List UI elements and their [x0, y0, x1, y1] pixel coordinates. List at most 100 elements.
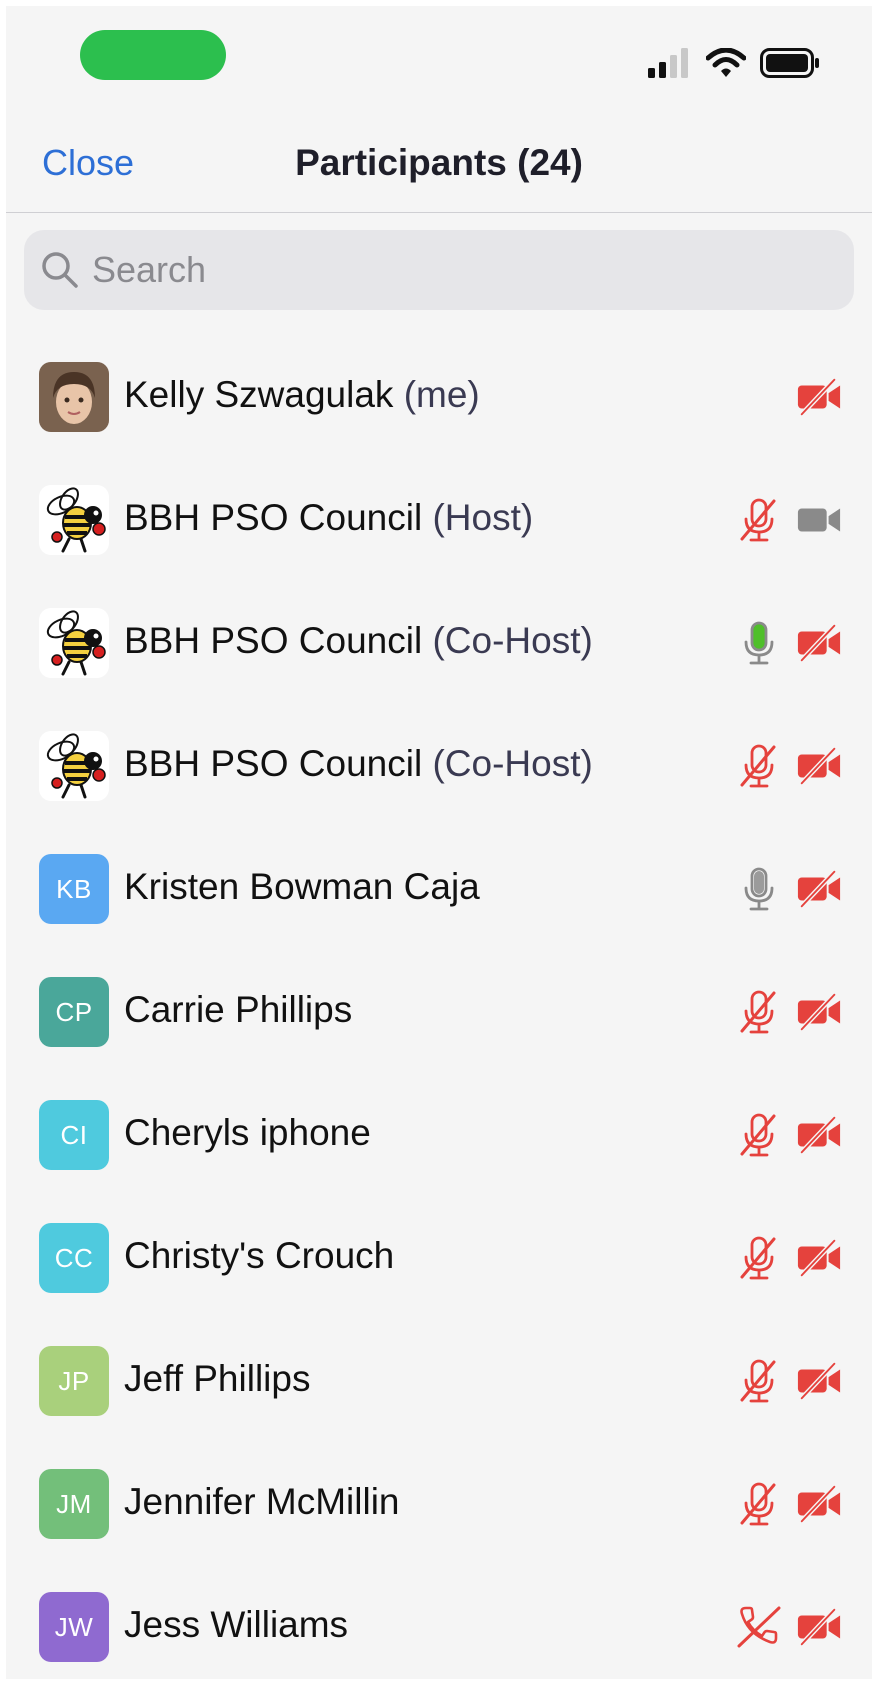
battery-icon: [760, 48, 819, 78]
video-off-icon: [797, 623, 841, 663]
participant-role: (Co-Host): [432, 743, 593, 784]
participant-name-wrap: BBH PSO Council (Host): [124, 497, 533, 539]
video-off-icon: [797, 1607, 841, 1647]
participant-row[interactable]: BBH PSO Council (Co-Host): [6, 582, 872, 705]
video-off-icon: [797, 1361, 841, 1401]
participant-name: Christy's Crouch: [124, 1235, 395, 1276]
bee-logo-icon: [39, 731, 109, 801]
participant-status-icons: [736, 1112, 842, 1158]
avatar-initials: JW: [54, 1611, 94, 1642]
avatar-initials: JP: [58, 1365, 90, 1396]
participant-row[interactable]: JP Jeff Phillips: [6, 1320, 872, 1443]
video-status: [796, 497, 842, 543]
avatar-initials: CP: [55, 996, 93, 1027]
avatar: [39, 485, 109, 555]
participant-status-icons: [796, 374, 842, 420]
participant-name: Carrie Phillips: [124, 989, 353, 1030]
participant-name: BBH PSO Council: [124, 743, 423, 784]
participant-status-icons: [736, 989, 842, 1035]
audio-status: [736, 1481, 782, 1527]
participant-name-wrap: BBH PSO Council (Co-Host): [124, 743, 593, 785]
participant-row[interactable]: Kelly Szwagulak (me): [6, 336, 872, 459]
bee-logo-icon: [39, 608, 109, 678]
participant-name: Kelly Szwagulak: [124, 374, 394, 415]
video-status: [796, 1235, 842, 1281]
participant-status-icons: [736, 866, 842, 912]
participant-status-icons: [736, 743, 842, 789]
video-status: [796, 1358, 842, 1404]
participant-name-wrap: Kelly Szwagulak (me): [124, 374, 480, 416]
participant-name-wrap: Cheryls iphone: [124, 1112, 371, 1154]
participant-name: BBH PSO Council: [124, 620, 423, 661]
participant-role: (Host): [432, 497, 534, 538]
avatar-initials: KB: [56, 873, 92, 904]
participant-row[interactable]: KB Kristen Bowman Caja: [6, 828, 872, 951]
participant-status-icons: [736, 1604, 842, 1650]
participant-name: Jeff Phillips: [124, 1358, 311, 1399]
video-status: [796, 743, 842, 789]
participant-name-wrap: Jennifer McMillin: [124, 1481, 400, 1523]
participant-name-wrap: Kristen Bowman Caja: [124, 866, 480, 908]
participant-row[interactable]: BBH PSO Council (Host): [6, 459, 872, 582]
participant-name-wrap: BBH PSO Council (Co-Host): [124, 620, 593, 662]
mic-muted-icon: [740, 1359, 776, 1403]
video-off-icon: [797, 869, 841, 909]
wifi-icon: [706, 48, 746, 77]
participant-status-icons: [736, 1358, 842, 1404]
audio-status: [736, 866, 782, 912]
participant-name-wrap: Jess Williams: [124, 1604, 348, 1646]
avatar: JM: [39, 1469, 109, 1539]
audio-status: [736, 989, 782, 1035]
active-call-pill[interactable]: [80, 30, 226, 80]
mic-muted-icon: [740, 744, 776, 788]
bee-logo-icon: [39, 485, 109, 555]
participant-status-icons: [736, 497, 842, 543]
video-status: [796, 989, 842, 1035]
avatar: KB: [39, 854, 109, 924]
avatar: [39, 362, 109, 432]
participant-name-wrap: Carrie Phillips: [124, 989, 352, 1031]
avatar: JP: [39, 1346, 109, 1416]
participant-role: (me): [403, 374, 480, 415]
video-off-icon: [797, 746, 841, 786]
audio-status: [736, 743, 782, 789]
mic-muted-icon: [740, 1482, 776, 1526]
mic-muted-icon: [740, 1113, 776, 1157]
status-bar: [6, 6, 872, 106]
search-bar[interactable]: [24, 230, 854, 310]
audio-status: [736, 1235, 782, 1281]
video-status: [796, 866, 842, 912]
avatar: [39, 608, 109, 678]
avatar: CC: [39, 1223, 109, 1293]
participant-row[interactable]: JM Jennifer McMillin: [6, 1443, 872, 1566]
video-status: [796, 374, 842, 420]
video-off-icon: [797, 1238, 841, 1278]
mic-muted-icon: [740, 1236, 776, 1280]
phone-off-icon: [737, 1606, 781, 1648]
status-icons: [648, 48, 820, 78]
video-off-icon: [797, 1115, 841, 1155]
video-off-icon: [797, 992, 841, 1032]
search-input[interactable]: [90, 248, 834, 292]
participant-name: Jess Williams: [124, 1604, 349, 1645]
participant-name: Cheryls iphone: [124, 1112, 371, 1153]
page-title: Participants (24): [295, 142, 583, 183]
avatar: [39, 731, 109, 801]
participant-row[interactable]: CC Christy's Crouch: [6, 1197, 872, 1320]
participant-role: (Co-Host): [432, 620, 593, 661]
header: Close Participants (24): [6, 116, 872, 213]
avatar-initials: CI: [60, 1119, 88, 1150]
audio-status: [736, 1358, 782, 1404]
participant-name-wrap: Jeff Phillips: [124, 1358, 310, 1400]
mic-muted-icon: [740, 990, 776, 1034]
avatar: CI: [39, 1100, 109, 1170]
participant-row[interactable]: JW Jess Williams: [6, 1566, 872, 1679]
avatar-initials: JM: [56, 1488, 92, 1519]
video-status: [796, 1112, 842, 1158]
participant-row[interactable]: BBH PSO Council (Co-Host): [6, 705, 872, 828]
participant-status-icons: [736, 1235, 842, 1281]
participant-row[interactable]: CP Carrie Phillips: [6, 951, 872, 1074]
avatar: JW: [39, 1592, 109, 1662]
video-off-icon: [797, 377, 841, 417]
participant-row[interactable]: CI Cheryls iphone: [6, 1074, 872, 1197]
